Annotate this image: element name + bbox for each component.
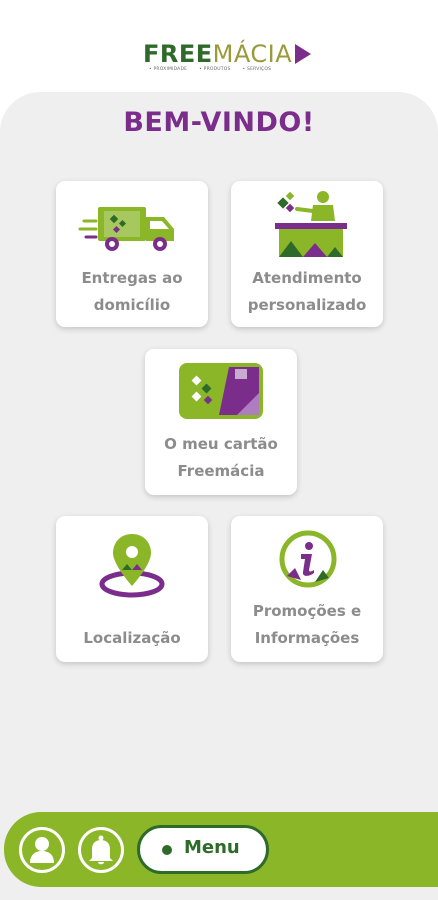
location-pin-icon xyxy=(56,516,208,602)
menu-label: Menu xyxy=(184,837,240,858)
pharmacist-counter-icon xyxy=(231,181,383,267)
info-icon xyxy=(231,516,383,602)
app-header: FREEMÁCIA • PROXIMIDADE • PRODUTOS • SER… xyxy=(0,0,438,92)
card-label-line1: Atendimento xyxy=(252,269,362,287)
card-label-line2: personalizado xyxy=(247,296,367,314)
card-label-line1: Localização xyxy=(83,629,181,647)
logo-part-macia: MÁCIA xyxy=(212,40,293,68)
logo-tag: • PROXIMIDADE xyxy=(149,67,188,72)
notifications-button[interactable] xyxy=(78,827,124,873)
user-icon xyxy=(30,837,54,863)
loyalty-card-icon xyxy=(145,349,297,435)
card-promotions-information[interactable]: Promoções e Informações xyxy=(231,516,383,662)
logo-wordmark: FREEMÁCIA xyxy=(143,40,292,68)
logo-part-free: FREE xyxy=(143,40,213,68)
logo-tagline: • PROXIMIDADE • PRODUTOS • SERVIÇOS xyxy=(149,67,271,72)
menu-button[interactable]: Menu xyxy=(137,825,269,874)
menu-dot-icon xyxy=(162,845,172,855)
card-label-line1: Entregas ao xyxy=(81,269,183,287)
card-my-freemacia-card[interactable]: O meu cartão Freemácia xyxy=(145,349,297,495)
bottom-navigation-bar: Menu xyxy=(4,812,438,887)
freemacia-logo: FREEMÁCIA • PROXIMIDADE • PRODUTOS • SER… xyxy=(143,40,313,76)
logo-tag: • PRODUTOS xyxy=(199,67,231,72)
bell-icon xyxy=(89,835,113,865)
card-personalized-service[interactable]: Atendimento personalizado xyxy=(231,181,383,327)
card-location[interactable]: Localização xyxy=(56,516,208,662)
card-label-line1: O meu cartão xyxy=(164,435,278,453)
welcome-title: BEM-VINDO! xyxy=(123,107,315,138)
card-label-line2: domicílio xyxy=(93,296,171,314)
profile-button[interactable] xyxy=(19,827,65,873)
logo-tag: • SERVIÇOS xyxy=(242,67,272,72)
card-label-line2: Freemácia xyxy=(177,462,265,480)
card-label-line2: Informações xyxy=(254,629,360,647)
card-label-line1: Promoções e xyxy=(252,602,362,620)
delivery-truck-icon xyxy=(56,181,208,267)
logo-play-arrow-icon xyxy=(295,44,311,64)
card-home-delivery[interactable]: Entregas ao domicílio xyxy=(56,181,208,327)
